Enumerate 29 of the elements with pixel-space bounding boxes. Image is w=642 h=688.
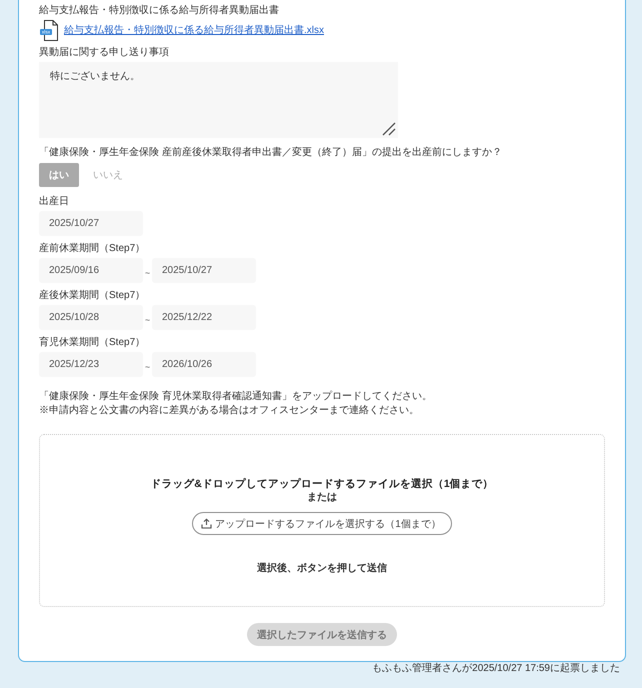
date-field[interactable]: 2025/12/22 bbox=[152, 305, 256, 330]
field-label: 育児休業期間（Step7） bbox=[39, 337, 146, 349]
field-label: 産後休業期間（Step7） bbox=[39, 290, 146, 302]
range-separator: ~ bbox=[144, 362, 152, 372]
field-label: 出産日 bbox=[39, 196, 70, 208]
notes-textarea[interactable]: 特にございません。 bbox=[39, 62, 398, 138]
date-field[interactable]: 2025/10/28 bbox=[39, 305, 143, 330]
field-label: 異動届に関する申し送り事項 bbox=[39, 47, 170, 59]
resize-handle-icon[interactable] bbox=[382, 122, 396, 136]
dropzone-title: ドラッグ&ドロップしてアップロードするファイルを選択（1個まで） bbox=[150, 477, 494, 491]
range-separator: ~ bbox=[144, 268, 152, 278]
field-label: 給与支払報告・特別徴収に係る給与所得者異動届出書 bbox=[39, 5, 280, 17]
date-field[interactable]: 2025/10/27 bbox=[152, 258, 256, 283]
file-download-link[interactable]: 給与支払報告・特別徴収に係る給与所得者異動届出書.xlsx bbox=[64, 24, 324, 36]
date-field[interactable]: 2025/12/23 bbox=[39, 352, 143, 377]
instruction-text: ※申請内容と公文書の内容に差異がある場合はオフィスセンターまで連絡ください。 bbox=[39, 404, 420, 418]
dropzone-hint: 選択後、ボタンを押して送信 bbox=[257, 563, 387, 575]
question-text: 「健康保険・厚生年金保険 産前産後休業取得者申出書／変更（終了）届」の提出を出産前にしますか？ bbox=[39, 147, 503, 159]
range-separator: ~ bbox=[144, 314, 152, 324]
field-label: 産前休業期間（Step7） bbox=[39, 243, 146, 255]
or-text: または bbox=[307, 492, 337, 504]
date-field[interactable]: 2025/10/27 bbox=[39, 211, 143, 236]
file-dropzone[interactable]: ドラッグ&ドロップしてアップロードするファイルを選択（1個まで） または アップロードするファイルを選択する（1個まで） 選択後、ボタンを押して送信 bbox=[39, 434, 605, 607]
date-field[interactable]: 2025/09/16 bbox=[39, 258, 143, 283]
created-by-note: もふもふ管理者さんが2025/10/27 17:59に起票しました bbox=[372, 663, 620, 674]
upload-icon bbox=[201, 518, 212, 529]
date-field[interactable]: 2026/10/26 bbox=[152, 352, 256, 377]
instruction-text: 「健康保険・厚生年金保険 育児休業取得者確認通知書」をアップロードしてください。 bbox=[39, 390, 433, 404]
select-file-button[interactable]: アップロードするファイルを選択する（1個まで） bbox=[192, 512, 452, 535]
